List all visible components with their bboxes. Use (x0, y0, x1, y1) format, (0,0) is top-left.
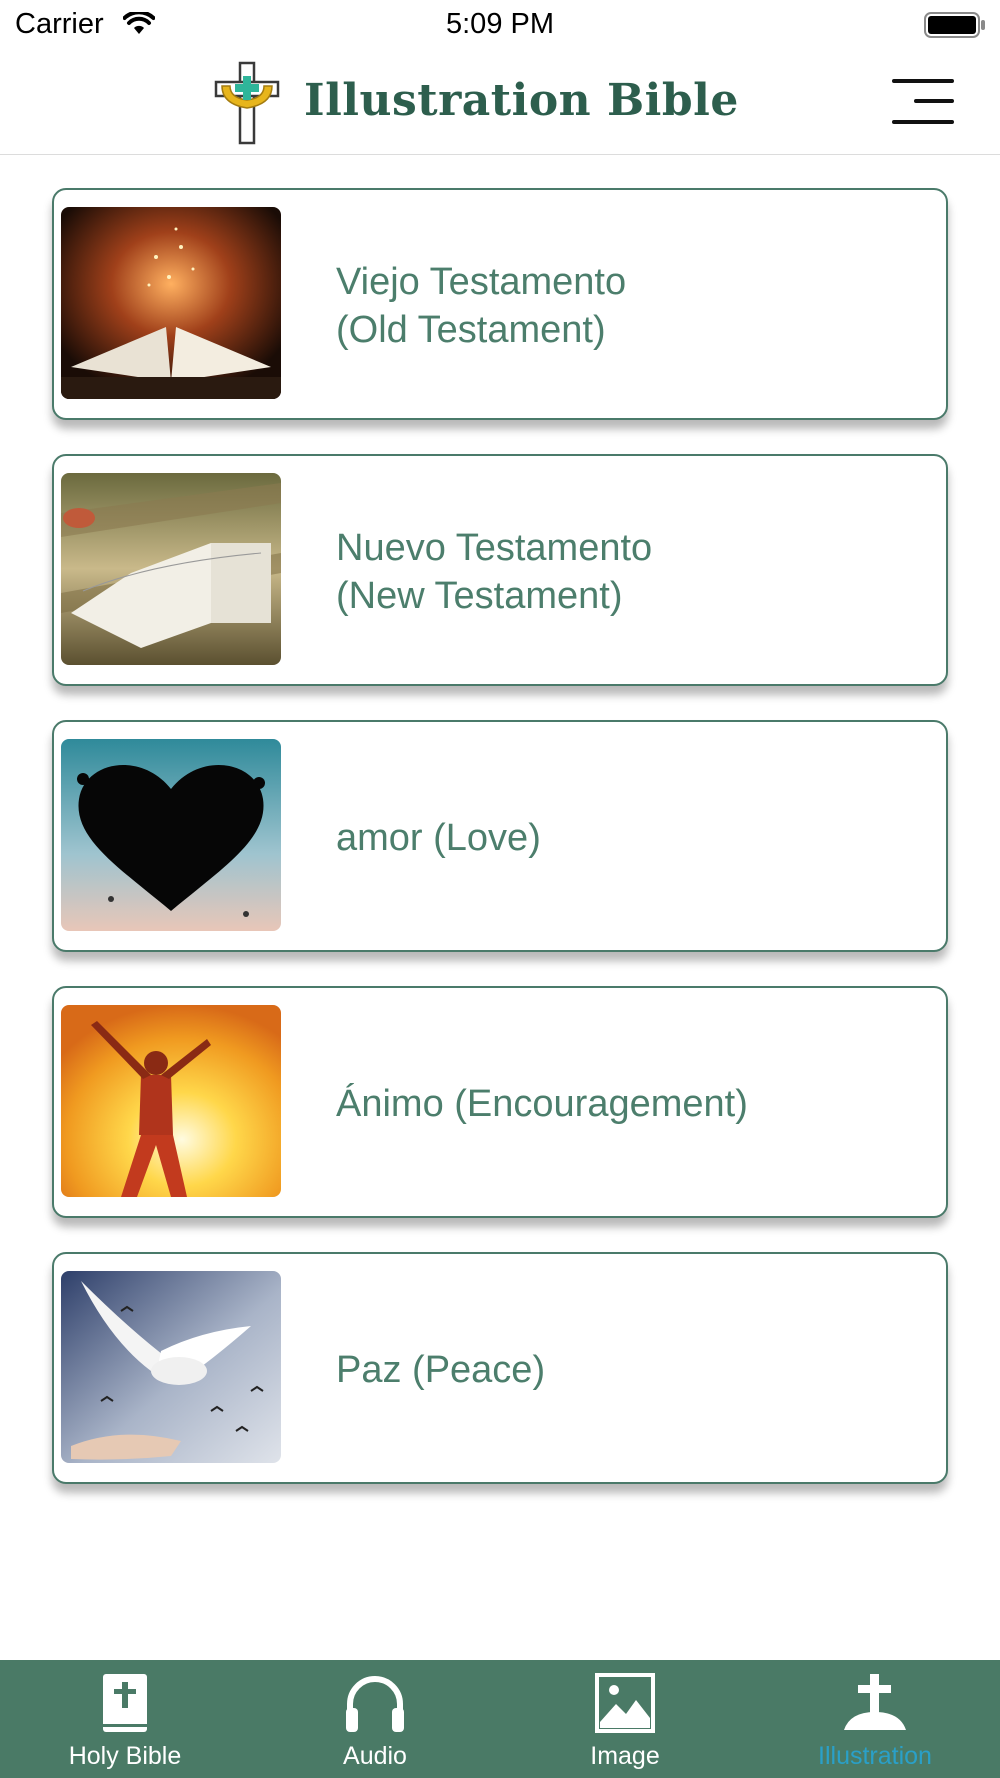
app-screen: Carrier 5:09 PM Illustration Bible Viejo… (0, 0, 1000, 1778)
headphones-icon (250, 1672, 500, 1738)
man-arms-raised-sunset-photo (61, 1005, 281, 1197)
card-new-testament[interactable]: Nuevo Testamento (New Testament) (52, 454, 948, 686)
clock: 5:09 PM (446, 8, 554, 40)
card-encouragement[interactable]: Ánimo (Encouragement) (52, 986, 948, 1218)
cross-logo-icon (212, 60, 282, 146)
card-peace[interactable]: Paz (Peace) (52, 1252, 948, 1484)
picture-icon (500, 1672, 750, 1738)
nav-header: Illustration Bible (0, 50, 1000, 155)
app-title: Illustration Bible (304, 75, 739, 126)
card-love[interactable]: amor (Love) (52, 720, 948, 952)
battery-icon (924, 12, 986, 38)
heart-tree-photo (61, 739, 281, 931)
card-label: Viejo Testamento (Old Testament) (336, 261, 627, 351)
card-label: amor (Love) (336, 817, 541, 859)
status-bar: Carrier 5:09 PM (0, 0, 1000, 50)
tab-audio[interactable]: Audio (250, 1660, 500, 1778)
card-label: Ánimo (Encouragement) (336, 1083, 748, 1125)
dove-birds-hands-photo (61, 1271, 281, 1463)
card-old-testament[interactable]: Viejo Testamento (Old Testament) (52, 188, 948, 420)
tab-image[interactable]: Image (500, 1660, 750, 1778)
tab-label: Illustration (818, 1742, 932, 1770)
bible-book-icon (0, 1672, 250, 1738)
glowing-open-bible-photo (61, 207, 281, 399)
open-bible-on-table-photo (61, 473, 281, 665)
cross-hill-icon (750, 1672, 1000, 1738)
tab-bar: Holy Bible Audio Image Illustration (0, 1660, 1000, 1778)
tab-holy-bible[interactable]: Holy Bible (0, 1660, 250, 1778)
tab-label: Audio (343, 1742, 407, 1770)
tab-illustration[interactable]: Illustration (750, 1660, 1000, 1778)
tab-label: Image (590, 1742, 660, 1770)
card-label: Nuevo Testamento (New Testament) (336, 527, 653, 617)
category-list: Viejo Testamento (Old Testament) Nuevo T… (52, 188, 948, 1518)
card-label: Paz (Peace) (336, 1349, 546, 1391)
hamburger-menu-icon[interactable] (888, 76, 954, 126)
tab-label: Holy Bible (68, 1742, 182, 1770)
